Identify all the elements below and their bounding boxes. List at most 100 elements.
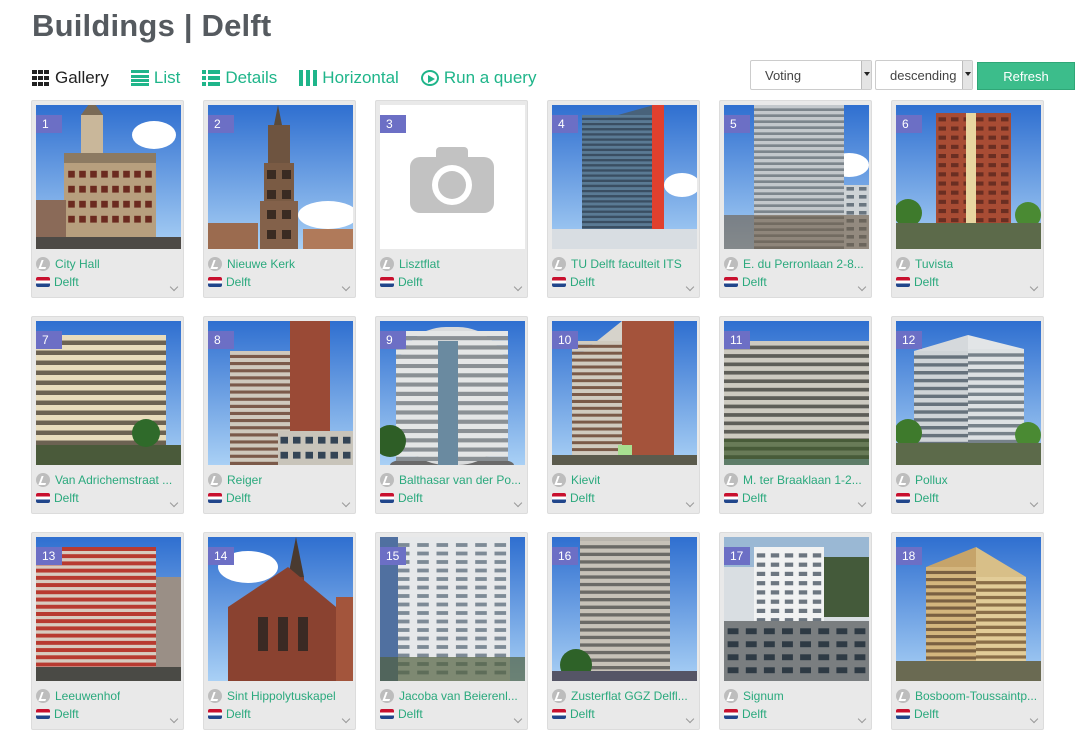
- building-name[interactable]: Kievit: [571, 473, 600, 487]
- building-city-row[interactable]: Delft: [36, 274, 181, 290]
- view-list[interactable]: List: [130, 68, 180, 88]
- building-name[interactable]: Tuvista: [915, 257, 953, 271]
- building-city-row[interactable]: Delft: [36, 706, 181, 722]
- building-name[interactable]: Zusterflat GGZ Delfl...: [571, 689, 688, 703]
- building-card-5[interactable]: 5 E. du Perronlaan 2-8... Delft: [719, 100, 872, 298]
- view-gallery[interactable]: Gallery: [32, 68, 109, 88]
- view-details[interactable]: Details: [202, 68, 277, 88]
- building-city[interactable]: Delft: [570, 707, 595, 721]
- building-city[interactable]: Delft: [742, 491, 767, 505]
- sort-order-select[interactable]: descending: [875, 60, 973, 90]
- building-name[interactable]: Sint Hippolytuskapel: [227, 689, 336, 703]
- building-card-16[interactable]: 16 Zusterflat GGZ Delfl... Delft: [547, 532, 700, 730]
- building-city-row[interactable]: Delft: [724, 274, 869, 290]
- building-city-row[interactable]: Delft: [208, 490, 353, 506]
- building-card-9[interactable]: 9 Balthasar van der Po... Delft: [375, 316, 528, 514]
- building-name-row[interactable]: TU Delft faculteit ITS: [552, 256, 697, 272]
- building-name[interactable]: Lisztflat: [399, 257, 440, 271]
- building-card-7[interactable]: 7 Van Adrichemstraat ... Delft: [31, 316, 184, 514]
- building-name-row[interactable]: Balthasar van der Po...: [380, 472, 525, 488]
- building-card-10[interactable]: 10 Kievit Delft: [547, 316, 700, 514]
- building-card-6[interactable]: 6 Tuvista Delft: [891, 100, 1044, 298]
- building-name[interactable]: Bosboom-Toussaintp...: [915, 689, 1037, 703]
- building-card-11[interactable]: 11 M. ter Braaklaan 1-2... Delft: [719, 316, 872, 514]
- building-city[interactable]: Delft: [226, 707, 251, 721]
- building-name-row[interactable]: Pollux: [896, 472, 1041, 488]
- building-name[interactable]: Van Adrichemstraat ...: [55, 473, 172, 487]
- building-name[interactable]: Balthasar van der Po...: [399, 473, 521, 487]
- building-city[interactable]: Delft: [742, 707, 767, 721]
- building-card-8[interactable]: 8 Reiger Delft: [203, 316, 356, 514]
- building-card-1[interactable]: 1 City Hall Delft: [31, 100, 184, 298]
- building-name[interactable]: Reiger: [227, 473, 262, 487]
- building-card-17[interactable]: 17 Signum Delft: [719, 532, 872, 730]
- building-city[interactable]: Delft: [914, 707, 939, 721]
- building-city-row[interactable]: Delft: [552, 706, 697, 722]
- building-city-row[interactable]: Delft: [380, 706, 525, 722]
- building-card-3[interactable]: 3 Lisztflat Delft: [375, 100, 528, 298]
- building-city-row[interactable]: Delft: [724, 490, 869, 506]
- building-city-row[interactable]: Delft: [552, 490, 697, 506]
- building-city[interactable]: Delft: [570, 491, 595, 505]
- building-city-row[interactable]: Delft: [380, 490, 525, 506]
- building-card-18[interactable]: 18 Bosboom-Toussaintp... Delft: [891, 532, 1044, 730]
- building-card-12[interactable]: 12 Pollux Delft: [891, 316, 1044, 514]
- building-card-4[interactable]: 4 TU Delft faculteit ITS Delft: [547, 100, 700, 298]
- building-city-row[interactable]: Delft: [380, 274, 525, 290]
- building-city-row[interactable]: Delft: [208, 274, 353, 290]
- building-name[interactable]: Signum: [743, 689, 784, 703]
- building-name[interactable]: City Hall: [55, 257, 100, 271]
- refresh-button[interactable]: Refresh: [977, 62, 1075, 90]
- category-icon: [552, 257, 566, 271]
- building-name-row[interactable]: E. du Perronlaan 2-8...: [724, 256, 869, 272]
- building-name[interactable]: Pollux: [915, 473, 948, 487]
- view-horizontal[interactable]: Horizontal: [299, 68, 399, 88]
- building-name-row[interactable]: M. ter Braaklaan 1-2...: [724, 472, 869, 488]
- building-city-row[interactable]: Delft: [552, 274, 697, 290]
- building-name[interactable]: E. du Perronlaan 2-8...: [743, 257, 864, 271]
- building-name-row[interactable]: Signum: [724, 688, 869, 704]
- building-city[interactable]: Delft: [226, 491, 251, 505]
- building-card-13[interactable]: 13 Leeuwenhof Delft: [31, 532, 184, 730]
- building-city[interactable]: Delft: [742, 275, 767, 289]
- building-name-row[interactable]: Van Adrichemstraat ...: [36, 472, 181, 488]
- building-name[interactable]: Leeuwenhof: [55, 689, 120, 703]
- building-card-15[interactable]: 15 Jacoba van Beierenl... Delft: [375, 532, 528, 730]
- building-name[interactable]: Jacoba van Beierenl...: [399, 689, 518, 703]
- building-city[interactable]: Delft: [398, 275, 423, 289]
- building-card-14[interactable]: 14 Sint Hippolytuskapel Delft: [203, 532, 356, 730]
- building-city-row[interactable]: Delft: [36, 490, 181, 506]
- building-name[interactable]: Nieuwe Kerk: [227, 257, 295, 271]
- building-name-row[interactable]: City Hall: [36, 256, 181, 272]
- run-query-link[interactable]: Run a query: [420, 68, 536, 88]
- building-name-row[interactable]: Reiger: [208, 472, 353, 488]
- building-name[interactable]: M. ter Braaklaan 1-2...: [743, 473, 862, 487]
- building-name-row[interactable]: Sint Hippolytuskapel: [208, 688, 353, 704]
- building-city-row[interactable]: Delft: [896, 274, 1041, 290]
- building-name-row[interactable]: Leeuwenhof: [36, 688, 181, 704]
- building-city[interactable]: Delft: [54, 275, 79, 289]
- building-city[interactable]: Delft: [398, 707, 423, 721]
- building-name-row[interactable]: Tuvista: [896, 256, 1041, 272]
- building-city[interactable]: Delft: [226, 275, 251, 289]
- building-city-row[interactable]: Delft: [896, 706, 1041, 722]
- building-city-row[interactable]: Delft: [208, 706, 353, 722]
- building-name-row[interactable]: Nieuwe Kerk: [208, 256, 353, 272]
- building-name-row[interactable]: Kievit: [552, 472, 697, 488]
- building-card-2[interactable]: 2 Nieuwe Kerk Delft: [203, 100, 356, 298]
- building-name-row[interactable]: Zusterflat GGZ Delfl...: [552, 688, 697, 704]
- building-name-row[interactable]: Lisztflat: [380, 256, 525, 272]
- building-city-row[interactable]: Delft: [724, 706, 869, 722]
- building-city[interactable]: Delft: [570, 275, 595, 289]
- building-city-row[interactable]: Delft: [896, 490, 1041, 506]
- building-name-row[interactable]: Bosboom-Toussaintp...: [896, 688, 1041, 704]
- sort-field-select[interactable]: Voting: [750, 60, 872, 90]
- building-city[interactable]: Delft: [398, 491, 423, 505]
- building-city[interactable]: Delft: [54, 707, 79, 721]
- building-city[interactable]: Delft: [54, 491, 79, 505]
- building-name[interactable]: TU Delft faculteit ITS: [571, 257, 682, 271]
- building-name-row[interactable]: Jacoba van Beierenl...: [380, 688, 525, 704]
- building-city[interactable]: Delft: [914, 275, 939, 289]
- sort-field-value: Voting: [765, 67, 802, 83]
- building-city[interactable]: Delft: [914, 491, 939, 505]
